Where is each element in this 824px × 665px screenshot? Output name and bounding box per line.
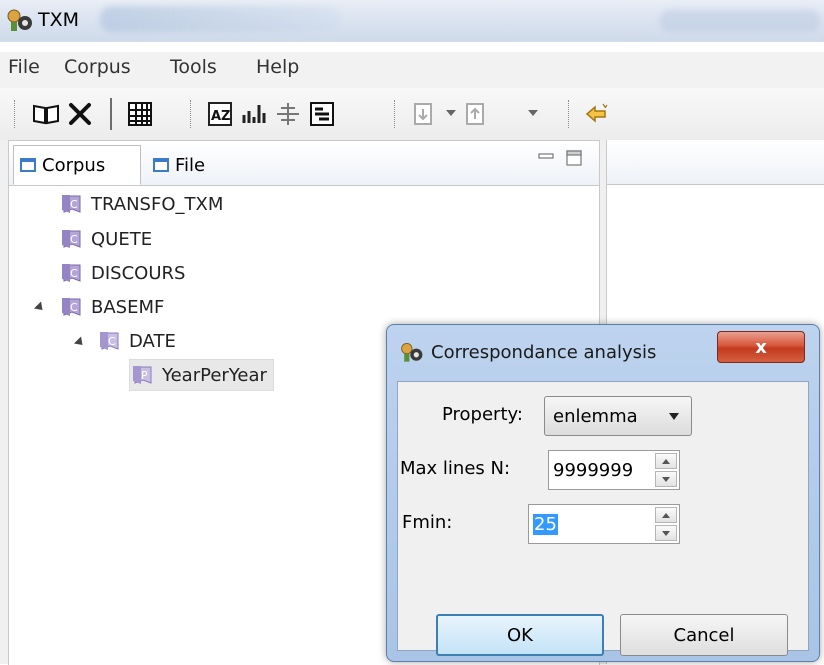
spin-up-icon [662,458,670,464]
corpus-c-icon: C [62,230,81,248]
expand-twisty-icon[interactable] [73,336,87,349]
title-bar-blur [100,6,340,32]
max-lines-spinner[interactable]: 9999999 [548,450,680,490]
close-button[interactable]: x [717,331,805,363]
spin-down-icon [662,530,670,536]
toolbar-separator [394,100,396,128]
tree-item-label: DISCOURS [91,262,186,284]
property-value: enlemma [553,405,638,427]
tree-item-label: TRANSFO_TXM [91,193,224,215]
menu-help[interactable]: Help [256,56,299,78]
dialog-title: Correspondance analysis [431,342,657,363]
corpus-c-icon: C [62,298,81,316]
close-icon: x [755,336,767,358]
svg-text:C: C [70,267,78,280]
minimize-view-icon[interactable] [537,149,555,163]
sort-az-icon[interactable]: AZ [204,98,236,130]
tree-item-quete[interactable]: C QUETE [61,224,152,254]
txm-logo-icon [7,9,32,31]
tab-file[interactable]: File [147,145,231,185]
import-icon[interactable] [408,98,440,130]
export-dropdown-arrow[interactable] [528,110,538,116]
spinner-buttons [655,507,677,541]
max-lines-value: 9999999 [553,459,634,481]
menu-file[interactable]: File [8,56,40,78]
toolbar-grip [14,100,16,128]
tree-item-label: YearPerYear [162,364,267,386]
svg-text:C: C [70,198,78,211]
partition-p-icon: P [133,366,152,384]
tab-label: Corpus [42,154,106,176]
tree-item-label: BASEMF [91,296,165,318]
spin-down-button[interactable] [655,471,677,487]
spinner-buttons [655,453,677,487]
fmin-value: 25 [533,513,558,535]
chevron-down-icon [669,413,679,420]
property-label: Property: [442,404,523,425]
svg-text:C: C [108,335,116,348]
ok-button[interactable]: OK [436,614,604,656]
window-title-bar: TXM [0,0,824,42]
subcorpus-c-icon: C [100,332,119,350]
menu-tools[interactable]: Tools [170,56,217,78]
expand-twisty-icon[interactable] [33,301,47,314]
open-book-icon[interactable] [30,98,62,130]
delete-x-icon[interactable] [64,98,96,130]
tree-item-yearperyear[interactable]: P YearPerYear [129,359,274,391]
dialog-client-area: Property: enlemma Max lines N: 9999999 F… [397,381,809,656]
back-arrow-icon[interactable] [580,98,612,130]
title-bar-blur [660,10,820,32]
spin-down-button[interactable] [655,525,677,541]
import-dropdown-arrow[interactable] [446,110,456,116]
fmin-spinner[interactable]: 25 [528,504,680,544]
max-lines-label: Max lines N: [400,458,511,479]
cancel-button[interactable]: Cancel [620,614,788,656]
concordance-icon[interactable] [306,98,338,130]
correspondance-analysis-dialog: Correspondance analysis x Property: enle… [386,324,820,662]
menu-corpus[interactable]: Corpus [64,56,131,78]
toolbar: AZ [0,88,824,141]
cross-icon[interactable] [272,98,304,130]
spin-up-icon [662,512,670,518]
property-select[interactable]: enlemma [544,396,692,436]
svg-text:P: P [141,369,148,382]
svg-text:C: C [70,233,78,246]
chart-icon[interactable] [238,98,270,130]
view-icon [20,158,36,172]
view-icon [153,158,169,172]
toolbar-separator [568,100,570,128]
window-title: TXM [38,9,80,31]
corpus-c-icon: C [62,195,81,213]
spin-down-icon [662,476,670,482]
spin-up-button[interactable] [655,453,677,469]
tree-item-label: DATE [129,330,176,352]
tree-item-date[interactable]: C DATE [99,326,176,356]
cancel-button-label: Cancel [673,624,735,646]
tab-label: File [175,154,206,176]
maximize-view-icon[interactable] [565,149,583,167]
toolbar-separator [190,100,192,128]
fmin-label: Fmin: [402,512,453,533]
table-icon[interactable] [124,98,156,130]
corpus-c-icon: C [62,264,81,282]
tree-item-label: QUETE [91,228,153,250]
spin-up-button[interactable] [655,507,677,523]
tree-item-discours[interactable]: C DISCOURS [61,258,185,288]
tab-corpus[interactable]: Corpus [13,145,141,185]
ok-button-label: OK [507,624,533,646]
svg-text:AZ: AZ [211,109,231,124]
tree-item-basemf[interactable]: C BASEMF [61,292,164,322]
editor-header [607,140,824,185]
toolbar-separator [110,98,112,130]
export-icon[interactable] [460,98,492,130]
txm-logo-icon [401,343,423,362]
tree-item-transfo-txm[interactable]: C TRANSFO_TXM [61,189,223,219]
menu-bar: File Corpus Tools Help [0,52,824,88]
view-tab-strip: Corpus File [9,141,599,186]
svg-text:C: C [70,301,78,314]
